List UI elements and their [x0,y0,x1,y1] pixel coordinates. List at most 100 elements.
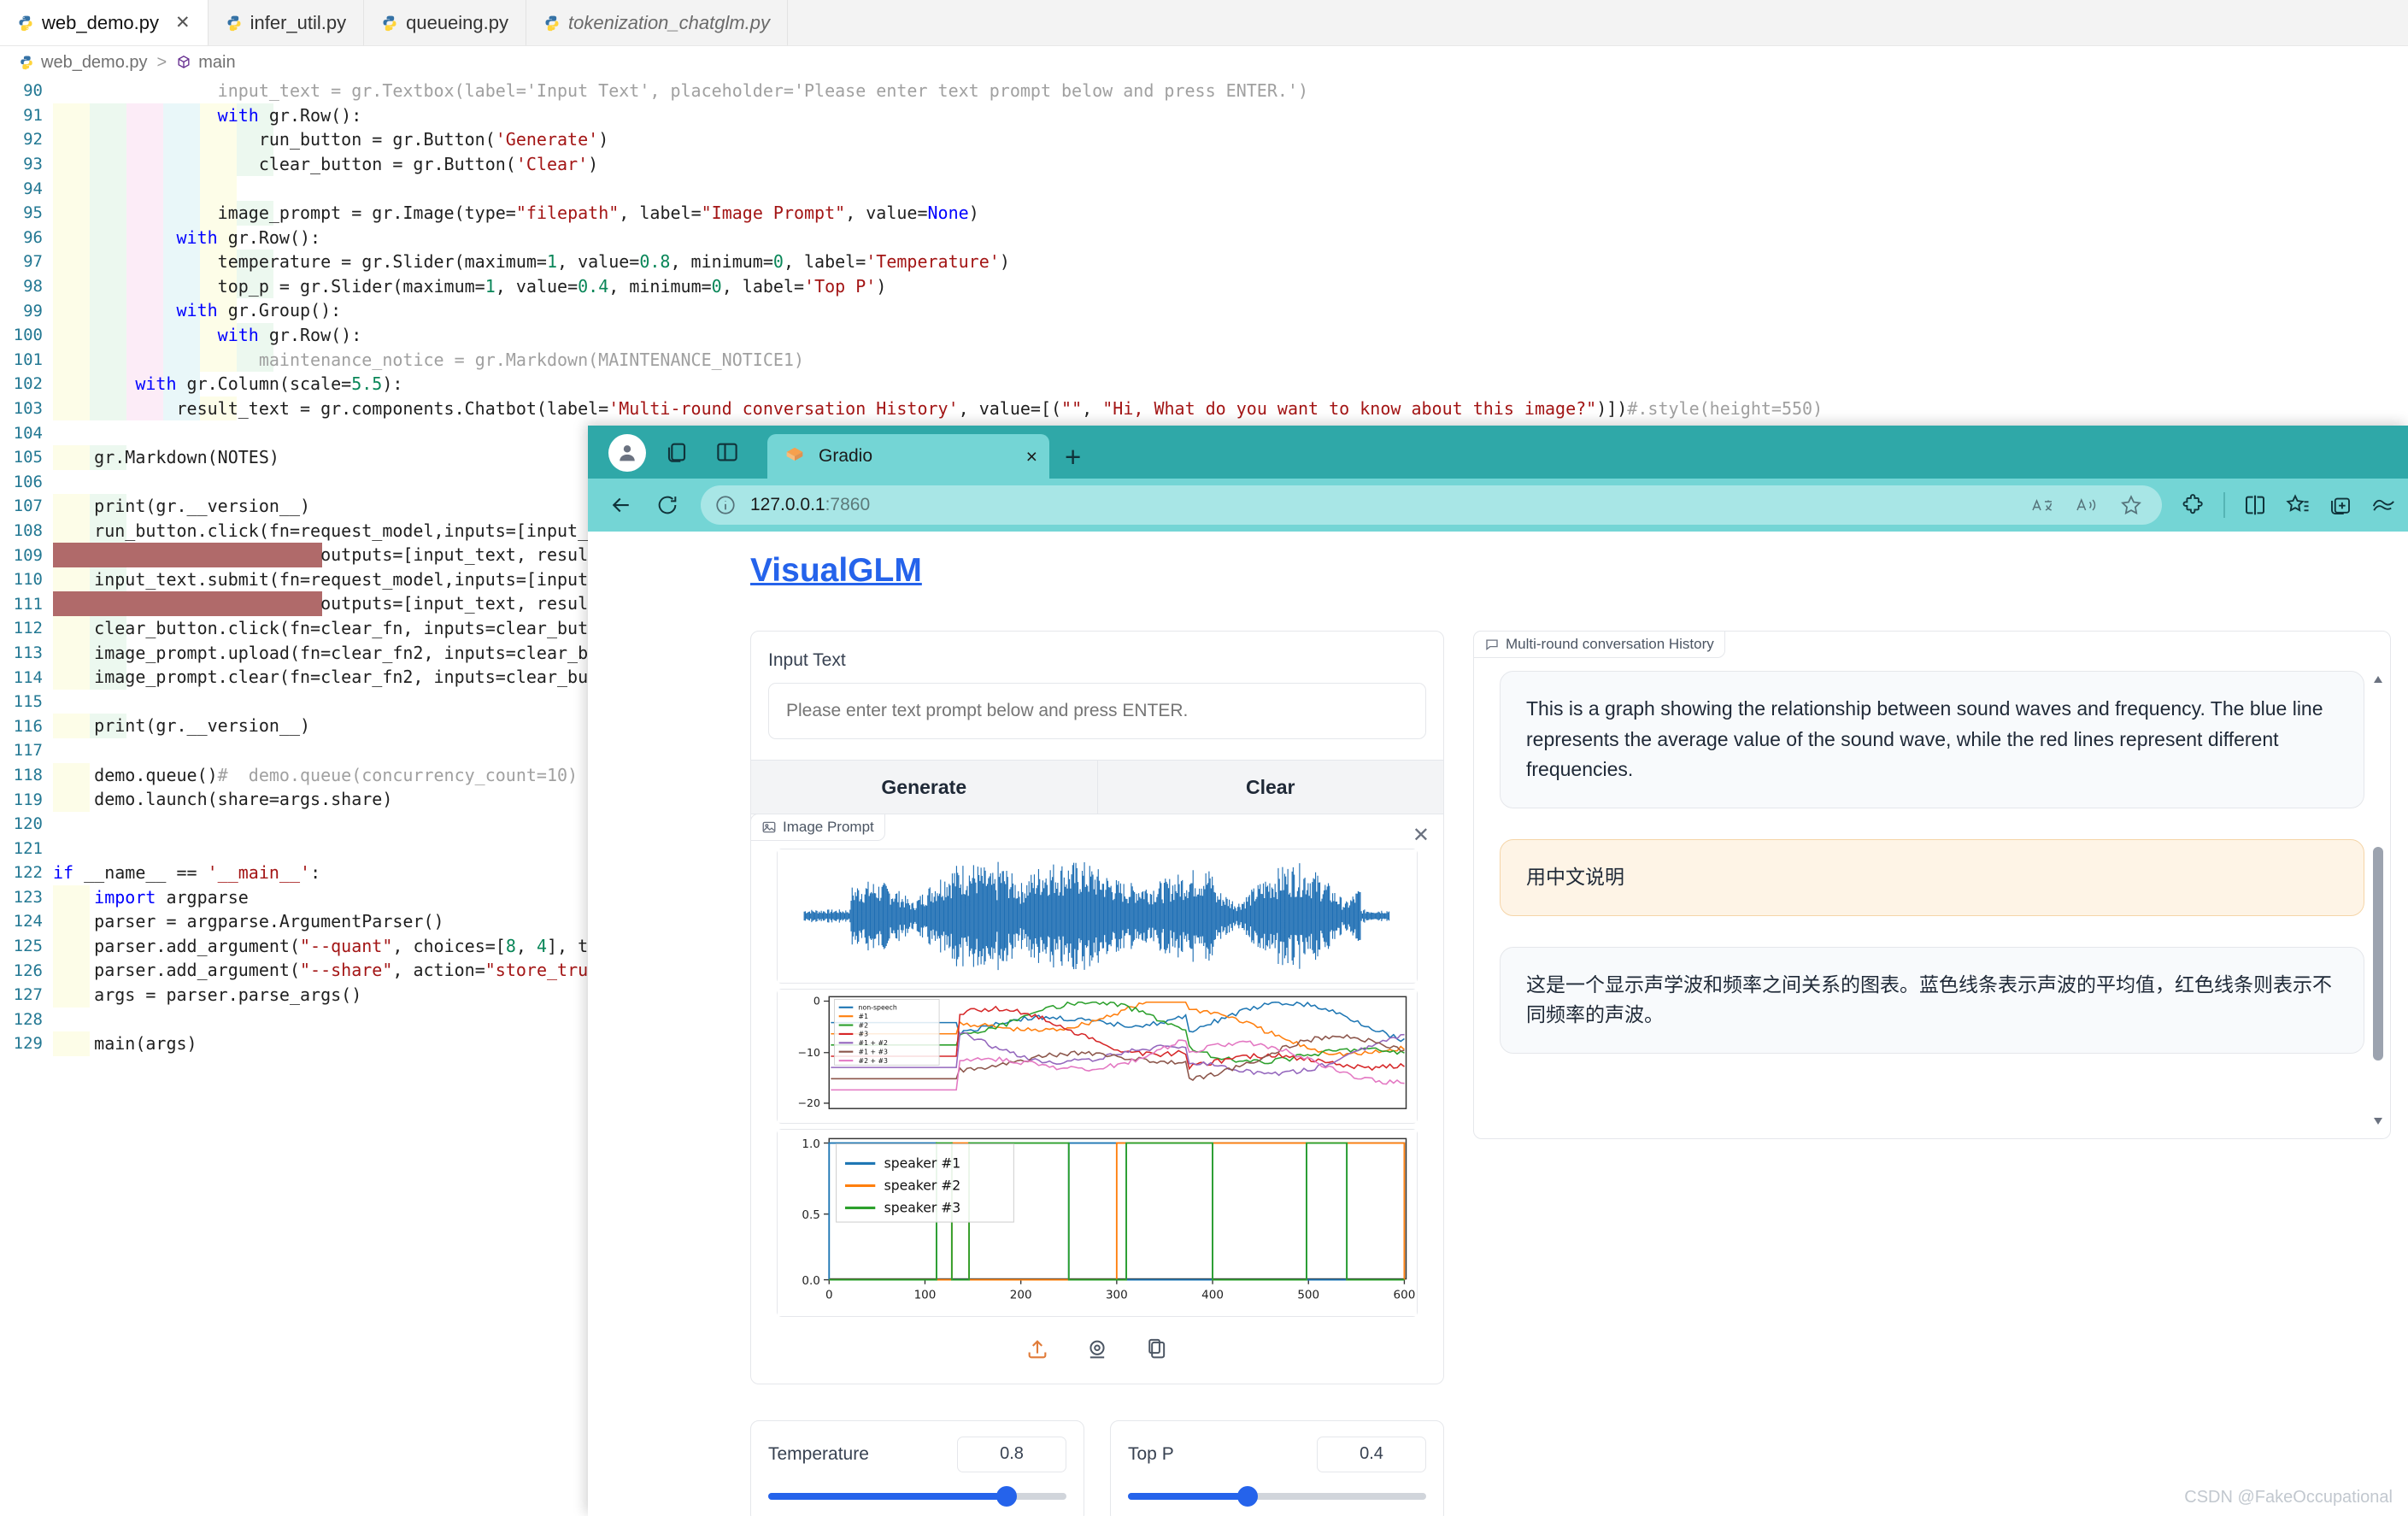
slider-track[interactable] [1128,1485,1426,1507]
figure-audio-waveform [777,849,1418,984]
code-line[interactable]: 93 clear_button = gr.Button('Clear') [0,151,2408,177]
line-number: 96 [23,227,43,247]
editor-tab-queueing[interactable]: queueing.py [364,0,526,45]
split-screen-icon[interactable] [2242,492,2268,518]
code-line[interactable]: 96 with gr.Row(): [0,225,2408,250]
line-number: 106 [13,472,43,491]
code-line-text: image_prompt = gr.Image(type="filepath",… [53,202,979,223]
line-number: 124 [13,912,43,931]
code-line[interactable]: 91 with gr.Row(): [0,103,2408,128]
slider-temperature[interactable]: Temperature 0.8 [750,1419,1084,1516]
back-button[interactable] [600,484,643,526]
profile-icon[interactable] [608,434,646,472]
new-tab-button[interactable]: + [1065,441,1081,473]
svg-text:1.0: 1.0 [802,1137,819,1150]
slider-value[interactable]: 0.8 [957,1436,1066,1472]
breadcrumb-file[interactable]: web_demo.py [41,53,148,73]
copilot-icon[interactable] [2370,492,2396,518]
editor-tab-tokenization_chatglm[interactable]: tokenization_chatglm.py [526,0,789,45]
slider-top-p[interactable]: Top P 0.4 [1110,1419,1444,1516]
scrollbar-thumb[interactable] [2373,847,2383,1061]
split-pane-icon[interactable] [708,432,747,472]
address-bar[interactable]: 127.0.0.1:7860 [701,485,2162,525]
tab-collections-icon[interactable] [658,432,697,472]
code-line[interactable]: 102 with gr.Column(scale=5.5): [0,372,2408,397]
watermark: CSDN @FakeOccupational [2184,1488,2393,1507]
editor-tab-infer_util[interactable]: infer_util.py [208,0,365,45]
close-icon[interactable]: ✕ [175,14,191,32]
editor-tab-web_demo[interactable]: web_demo.py ✕ [0,0,208,45]
extensions-icon[interactable] [2181,492,2206,518]
slider-label: Temperature [768,1443,869,1464]
read-aloud-icon[interactable] [2075,494,2100,516]
collections-add-icon[interactable] [2328,492,2353,518]
page-title[interactable]: VisualGLM [750,552,922,590]
edge-browser-window: Gradio × + 127.0.0.1:7860 VisualGLM Inpu… [588,426,2408,1516]
slider-knob[interactable] [996,1485,1018,1507]
info-circle-icon[interactable] [714,494,737,516]
editor-tab-label: infer_util.py [250,11,347,33]
line-number: 126 [13,961,43,980]
code-line[interactable]: 100 with gr.Row(): [0,322,2408,348]
slider-value[interactable]: 0.4 [1317,1436,1426,1472]
input-text-field[interactable] [768,683,1426,739]
line-number: 125 [13,937,43,956]
chat-history-tag-label: Multi-round conversation History [1506,636,1714,652]
svg-text:600: 600 [1394,1288,1416,1302]
line-number: 90 [23,81,43,101]
scroll-down-icon[interactable] [2374,1118,2382,1125]
line-number: 116 [13,716,43,736]
line-number: 121 [13,838,43,858]
scroll-up-icon[interactable] [2374,676,2382,683]
generate-button[interactable]: Generate [751,761,1098,814]
upload-icon[interactable] [1024,1336,1051,1363]
slider-knob[interactable] [1236,1485,1258,1507]
chat-scrollbar[interactable] [2373,676,2383,1125]
close-icon[interactable]: × [1026,445,1037,468]
browser-tab-gradio[interactable]: Gradio × [767,434,1049,479]
code-line[interactable]: 99 with gr.Group(): [0,298,2408,323]
code-line[interactable]: 97 temperature = gr.Slider(maximum=1, va… [0,250,2408,274]
webcam-icon[interactable] [1084,1336,1111,1363]
favorites-list-icon[interactable] [2285,492,2311,518]
legend-label: #1 + #2 [859,1039,888,1047]
browser-tab-title: Gradio [819,446,873,466]
reload-button[interactable] [646,484,689,526]
code-line[interactable]: 98 top_p = gr.Slider(maximum=1, value=0.… [0,273,2408,299]
line-number: 109 [13,545,43,565]
line-number: 128 [13,1009,43,1029]
translate-icon[interactable] [2030,494,2056,516]
breadcrumb-symbol[interactable]: main [198,53,235,73]
code-line-text: temperature = gr.Slider(maximum=1, value… [53,251,1010,273]
legend-label: #1 + #3 [859,1048,888,1055]
line-number: 114 [13,667,43,687]
code-line[interactable]: 101 maintenance_notice = gr.Markdown(MAI… [0,347,2408,373]
action-button-row: Generate Clear [751,760,1443,814]
slider-fill [768,1492,1007,1500]
svg-text:0: 0 [813,994,820,1007]
input-panel: Input Text Generate Clear [750,631,1444,814]
code-line[interactable]: 95 image_prompt = gr.Image(type="filepat… [0,200,2408,226]
clear-button[interactable]: Clear [1097,761,1443,814]
legend-label: speaker #1 [884,1155,961,1171]
left-column: Input Text Generate Clear [750,631,1444,1516]
code-line[interactable]: 92 run_button = gr.Button('Generate') [0,127,2408,152]
code-line-text: with gr.Row(): [217,104,362,126]
remove-image-icon[interactable]: ✕ [1412,823,1430,848]
line-number: 113 [13,643,43,662]
editor-tabbar: web_demo.py ✕ infer_util.py queueing.py … [0,0,2408,46]
slider-track[interactable] [768,1485,1066,1507]
indent-guides [53,176,326,201]
code-line-text: with gr.Row(): [176,226,321,248]
python-icon [21,56,32,70]
chat-icon [1486,639,1498,651]
code-line[interactable]: 103 result_text = gr.components.Chatbot(… [0,396,2408,421]
favorite-star-icon[interactable] [2119,493,2143,517]
paste-icon[interactable] [1143,1336,1171,1363]
line-number: 100 [13,326,43,345]
code-line[interactable]: 94 [0,176,2408,201]
indent-guides [53,836,326,861]
code-line[interactable]: 90 input_text = gr.Textbox(label='Input … [0,79,2408,103]
editor-tab-label: queueing.py [406,11,508,33]
line-number: 120 [13,814,43,834]
